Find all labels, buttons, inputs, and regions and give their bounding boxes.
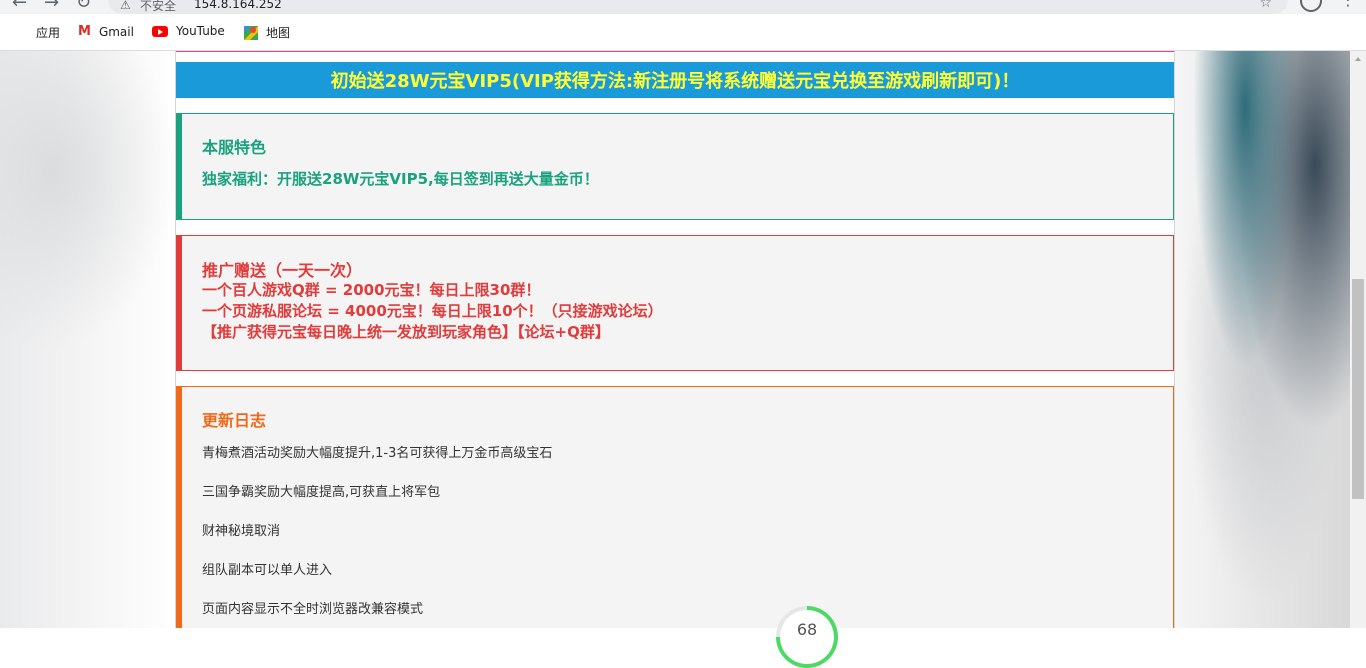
top-divider [176, 51, 1174, 52]
url-text[interactable]: 154.8.164.252 [194, 0, 282, 11]
back-icon[interactable]: ← [12, 0, 27, 13]
page-viewport: 初始送28W元宝VIP5(VIP获得方法:新注册号将系统赠送元宝兑换至游戏刷新即… [0, 51, 1350, 628]
bookmark-label: Gmail [98, 24, 134, 39]
promotion-line: 【推广获得元宝每日晚上统一发放到玩家角色】【论坛+Q群】 [202, 323, 610, 341]
forward-icon[interactable]: → [44, 0, 59, 13]
bookmark-youtube[interactable]: YouTube [152, 24, 225, 38]
promotion-line: 一个百人游戏Q群 = 2000元宝！每日上限30群！ [202, 281, 541, 299]
promotion-title: 推广赠送（一天一次） [202, 261, 363, 280]
announcement-banner: 初始送28W元宝VIP5(VIP获得方法:新注册号将系统赠送元宝兑换至游戏刷新即… [176, 62, 1174, 98]
changelog-item: 页面内容显示不全时浏览器改兼容模式 [202, 602, 424, 617]
promotion-line: 一个页游私服论坛 = 4000元宝！每日上限10个！（只接游戏论坛） [202, 302, 663, 320]
youtube-icon [152, 25, 168, 37]
progress-gauge[interactable]: 68 [776, 606, 838, 668]
bookmarks-bar: 应用 M Gmail YouTube 地图 [0, 14, 1366, 51]
security-label: 不安全 [140, 0, 177, 13]
scroll-thumb[interactable] [1352, 279, 1364, 499]
bookmark-label: YouTube [176, 24, 225, 38]
features-line: 独家福利：开服送28W元宝VIP5,每日签到再送大量金币！ [202, 170, 599, 188]
promotion-panel: 推广赠送（一天一次） 一个百人游戏Q群 = 2000元宝！每日上限30群！ 一个… [176, 235, 1174, 371]
scroll-up-arrow-icon[interactable] [1355, 57, 1361, 61]
star-icon[interactable]: ☆ [1259, 0, 1272, 11]
reload-icon[interactable]: ↻ [76, 0, 91, 13]
maps-icon [244, 25, 258, 40]
warning-icon[interactable]: ⚠ [120, 0, 131, 12]
more-menu-icon[interactable]: ⋮ [1340, 0, 1356, 9]
changelog-item: 组队副本可以单人进入 [202, 563, 333, 578]
changelog-item: 青梅煮酒活动奖励大幅度提升,1-3名可获得上万金币高级宝石 [202, 446, 553, 461]
gmail-icon: M [78, 24, 91, 39]
main-content: 初始送28W元宝VIP5(VIP获得方法:新注册号将系统赠送元宝兑换至游戏刷新即… [175, 51, 1175, 628]
profile-avatar-icon[interactable] [1300, 0, 1322, 12]
background-art-right [1175, 51, 1350, 628]
bookmark-maps[interactable]: 地图 [244, 24, 290, 41]
changelog-item: 三国争霸奖励大幅度提高,可获直上将军包 [202, 485, 441, 500]
changelog-title: 更新日志 [202, 411, 267, 430]
changelog-item: 财神秘境取消 [202, 524, 281, 539]
features-title: 本服特色 [202, 138, 267, 157]
changelog-panel: 更新日志 青梅煮酒活动奖励大幅度提升,1-3名可获得上万金币高级宝石 三国争霸奖… [176, 386, 1174, 628]
browser-toolbar: ← → ↻ ⚠ 不安全 154.8.164.252 ☆ ⋮ [0, 0, 1366, 14]
bookmark-apps[interactable]: 应用 [14, 24, 60, 41]
bookmark-label: 地图 [266, 26, 291, 40]
apps-grid-icon [14, 26, 28, 40]
page-scrollbar[interactable] [1350, 51, 1366, 628]
address-bar[interactable]: ⚠ 不安全 154.8.164.252 ☆ [108, 0, 1288, 14]
gauge-value: 68 [780, 610, 834, 664]
background-art-left [0, 51, 175, 351]
features-panel: 本服特色 独家福利：开服送28W元宝VIP5,每日签到再送大量金币！ [176, 113, 1174, 220]
bookmark-label: 应用 [36, 26, 61, 40]
bookmark-gmail[interactable]: M Gmail [78, 24, 134, 39]
